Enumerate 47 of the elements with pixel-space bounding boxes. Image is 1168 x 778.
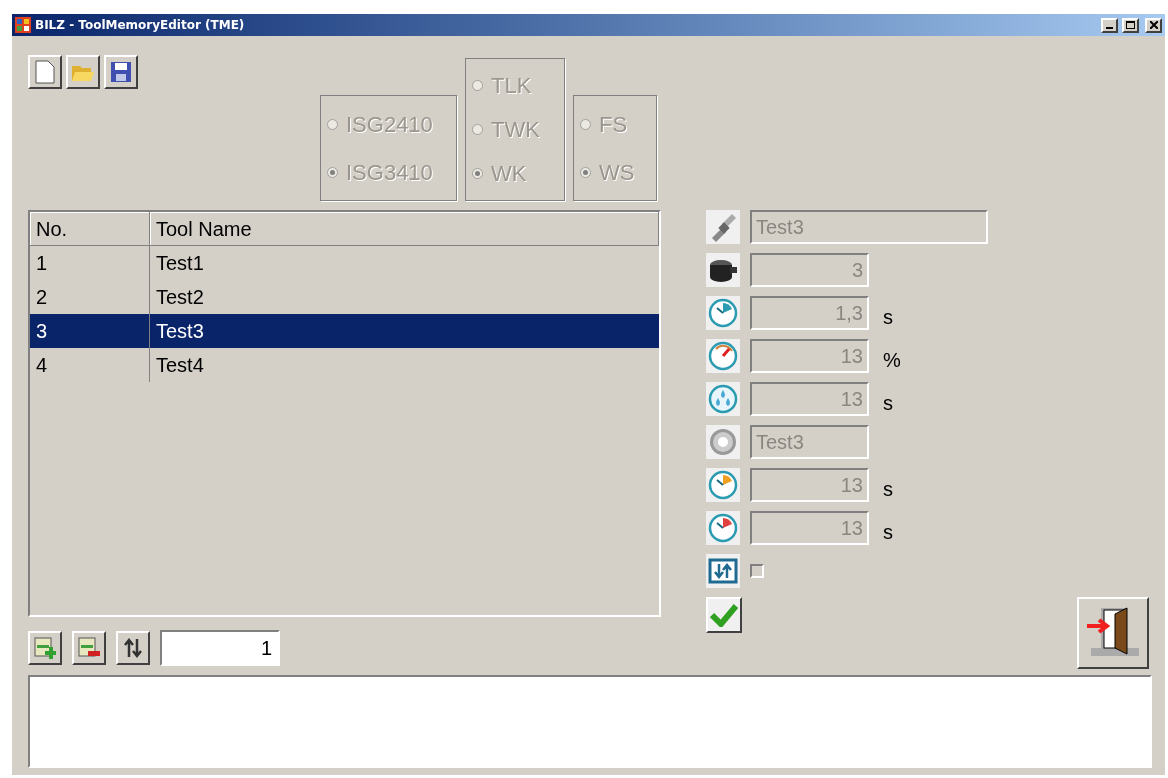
minimize-button[interactable] [1101, 17, 1118, 33]
column-header[interactable]: Tool Name [150, 212, 659, 245]
add-row-icon [34, 637, 56, 659]
close-icon [1149, 21, 1158, 29]
add-row-button[interactable] [28, 631, 62, 665]
checkbox[interactable] [750, 564, 764, 578]
table-cell: 1 [30, 246, 150, 280]
maximize-button[interactable] [1122, 17, 1139, 33]
timer-icon [708, 470, 738, 500]
checkmark-icon [710, 603, 738, 627]
unit-label: s [883, 520, 893, 545]
maximize-icon [1126, 21, 1135, 29]
clock-icon [708, 298, 738, 328]
column-header[interactable]: No. [30, 212, 150, 245]
open-button[interactable] [66, 55, 100, 89]
log-area[interactable] [28, 675, 1152, 768]
table-cell-text: Test2 [155, 285, 205, 310]
swap-button[interactable] [116, 631, 150, 665]
table-cell-text: Test1 [155, 251, 205, 276]
app-icon [15, 17, 31, 33]
table-cell: 4 [30, 348, 150, 382]
swap-arrows-icon [122, 637, 144, 659]
confirm-button[interactable] [706, 597, 742, 633]
save-button[interactable] [104, 55, 138, 89]
unit-label: s [883, 391, 893, 416]
table-row[interactable]: 4 Test4 [30, 348, 659, 382]
counter-field[interactable]: 1 [160, 630, 280, 666]
gauge-icon [708, 341, 738, 371]
document-icon [35, 60, 55, 84]
table-cell-text: Test3 [155, 319, 205, 344]
unit-label: s [883, 305, 893, 330]
ring-icon [708, 427, 738, 457]
new-file-button[interactable] [28, 55, 62, 89]
remove-row-icon [78, 637, 100, 659]
table-row[interactable]: 3 Test3 [30, 314, 659, 348]
unit-label: % [883, 348, 901, 373]
table-cell-text: Test4 [155, 353, 205, 378]
timer-icon [708, 513, 738, 543]
exit-button[interactable] [1077, 597, 1149, 669]
unit-label: s [883, 477, 893, 502]
water-drops-icon [708, 384, 738, 414]
table-row[interactable]: 1 Test1 [30, 246, 659, 280]
table-cell: 3 [30, 314, 150, 348]
remove-row-button[interactable] [72, 631, 106, 665]
window-title: BILZ - ToolMemoryEditor (TME) [35, 17, 245, 34]
close-button[interactable] [1145, 17, 1162, 33]
transfer-icon [708, 558, 738, 584]
